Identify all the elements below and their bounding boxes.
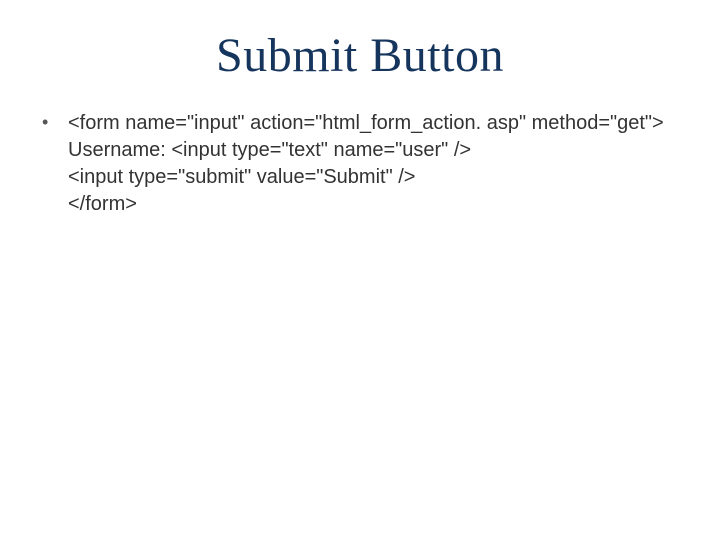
code-line: <form name="input" action="html_form_act… (68, 110, 680, 137)
bullet-text: <form name="input" action="html_form_act… (68, 110, 680, 218)
slide-title: Submit Button (0, 28, 720, 83)
code-line: Username: <input type="text" name="user"… (68, 137, 680, 164)
slide-body: • <form name="input" action="html_form_a… (40, 110, 680, 218)
bullet-marker: • (40, 110, 68, 135)
slide: Submit Button • <form name="input" actio… (0, 0, 720, 540)
bullet-item: • <form name="input" action="html_form_a… (40, 110, 680, 218)
code-line: </form> (68, 191, 680, 218)
code-line: <input type="submit" value="Submit" /> (68, 164, 680, 191)
